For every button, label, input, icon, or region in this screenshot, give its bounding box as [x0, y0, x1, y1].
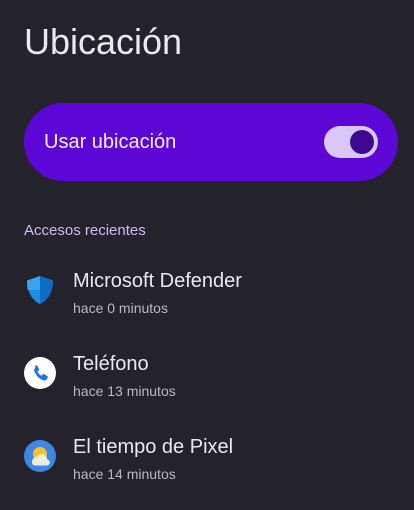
shield-icon	[24, 274, 56, 306]
phone-icon	[24, 357, 56, 389]
recent-access-header: Accesos recientes	[24, 222, 146, 239]
location-settings-screen: Ubicación Usar ubicación Accesos recient…	[0, 0, 414, 510]
use-location-label: Usar ubicación	[44, 130, 177, 153]
app-name: Microsoft Defender	[73, 270, 242, 292]
app-access-time: hace 0 minutos	[73, 300, 168, 316]
list-item-el-tiempo-de-pixel[interactable]: El tiempo de Pixel hace 14 minutos	[0, 418, 414, 501]
list-item-telefono[interactable]: Teléfono hace 13 minutos	[0, 335, 414, 418]
app-name: Teléfono	[73, 353, 149, 375]
weather-icon	[24, 440, 56, 472]
app-name: El tiempo de Pixel	[73, 436, 234, 458]
use-location-toggle-card[interactable]: Usar ubicación	[24, 103, 398, 181]
switch-thumb	[350, 130, 374, 154]
use-location-switch[interactable]	[324, 126, 378, 158]
list-item-microsoft-defender[interactable]: Microsoft Defender hace 0 minutos	[0, 252, 414, 335]
recent-apps-list: Microsoft Defender hace 0 minutos Teléfo…	[0, 252, 414, 501]
app-access-time: hace 14 minutos	[73, 466, 176, 482]
app-access-time: hace 13 minutos	[73, 383, 176, 399]
page-title: Ubicación	[24, 21, 183, 62]
